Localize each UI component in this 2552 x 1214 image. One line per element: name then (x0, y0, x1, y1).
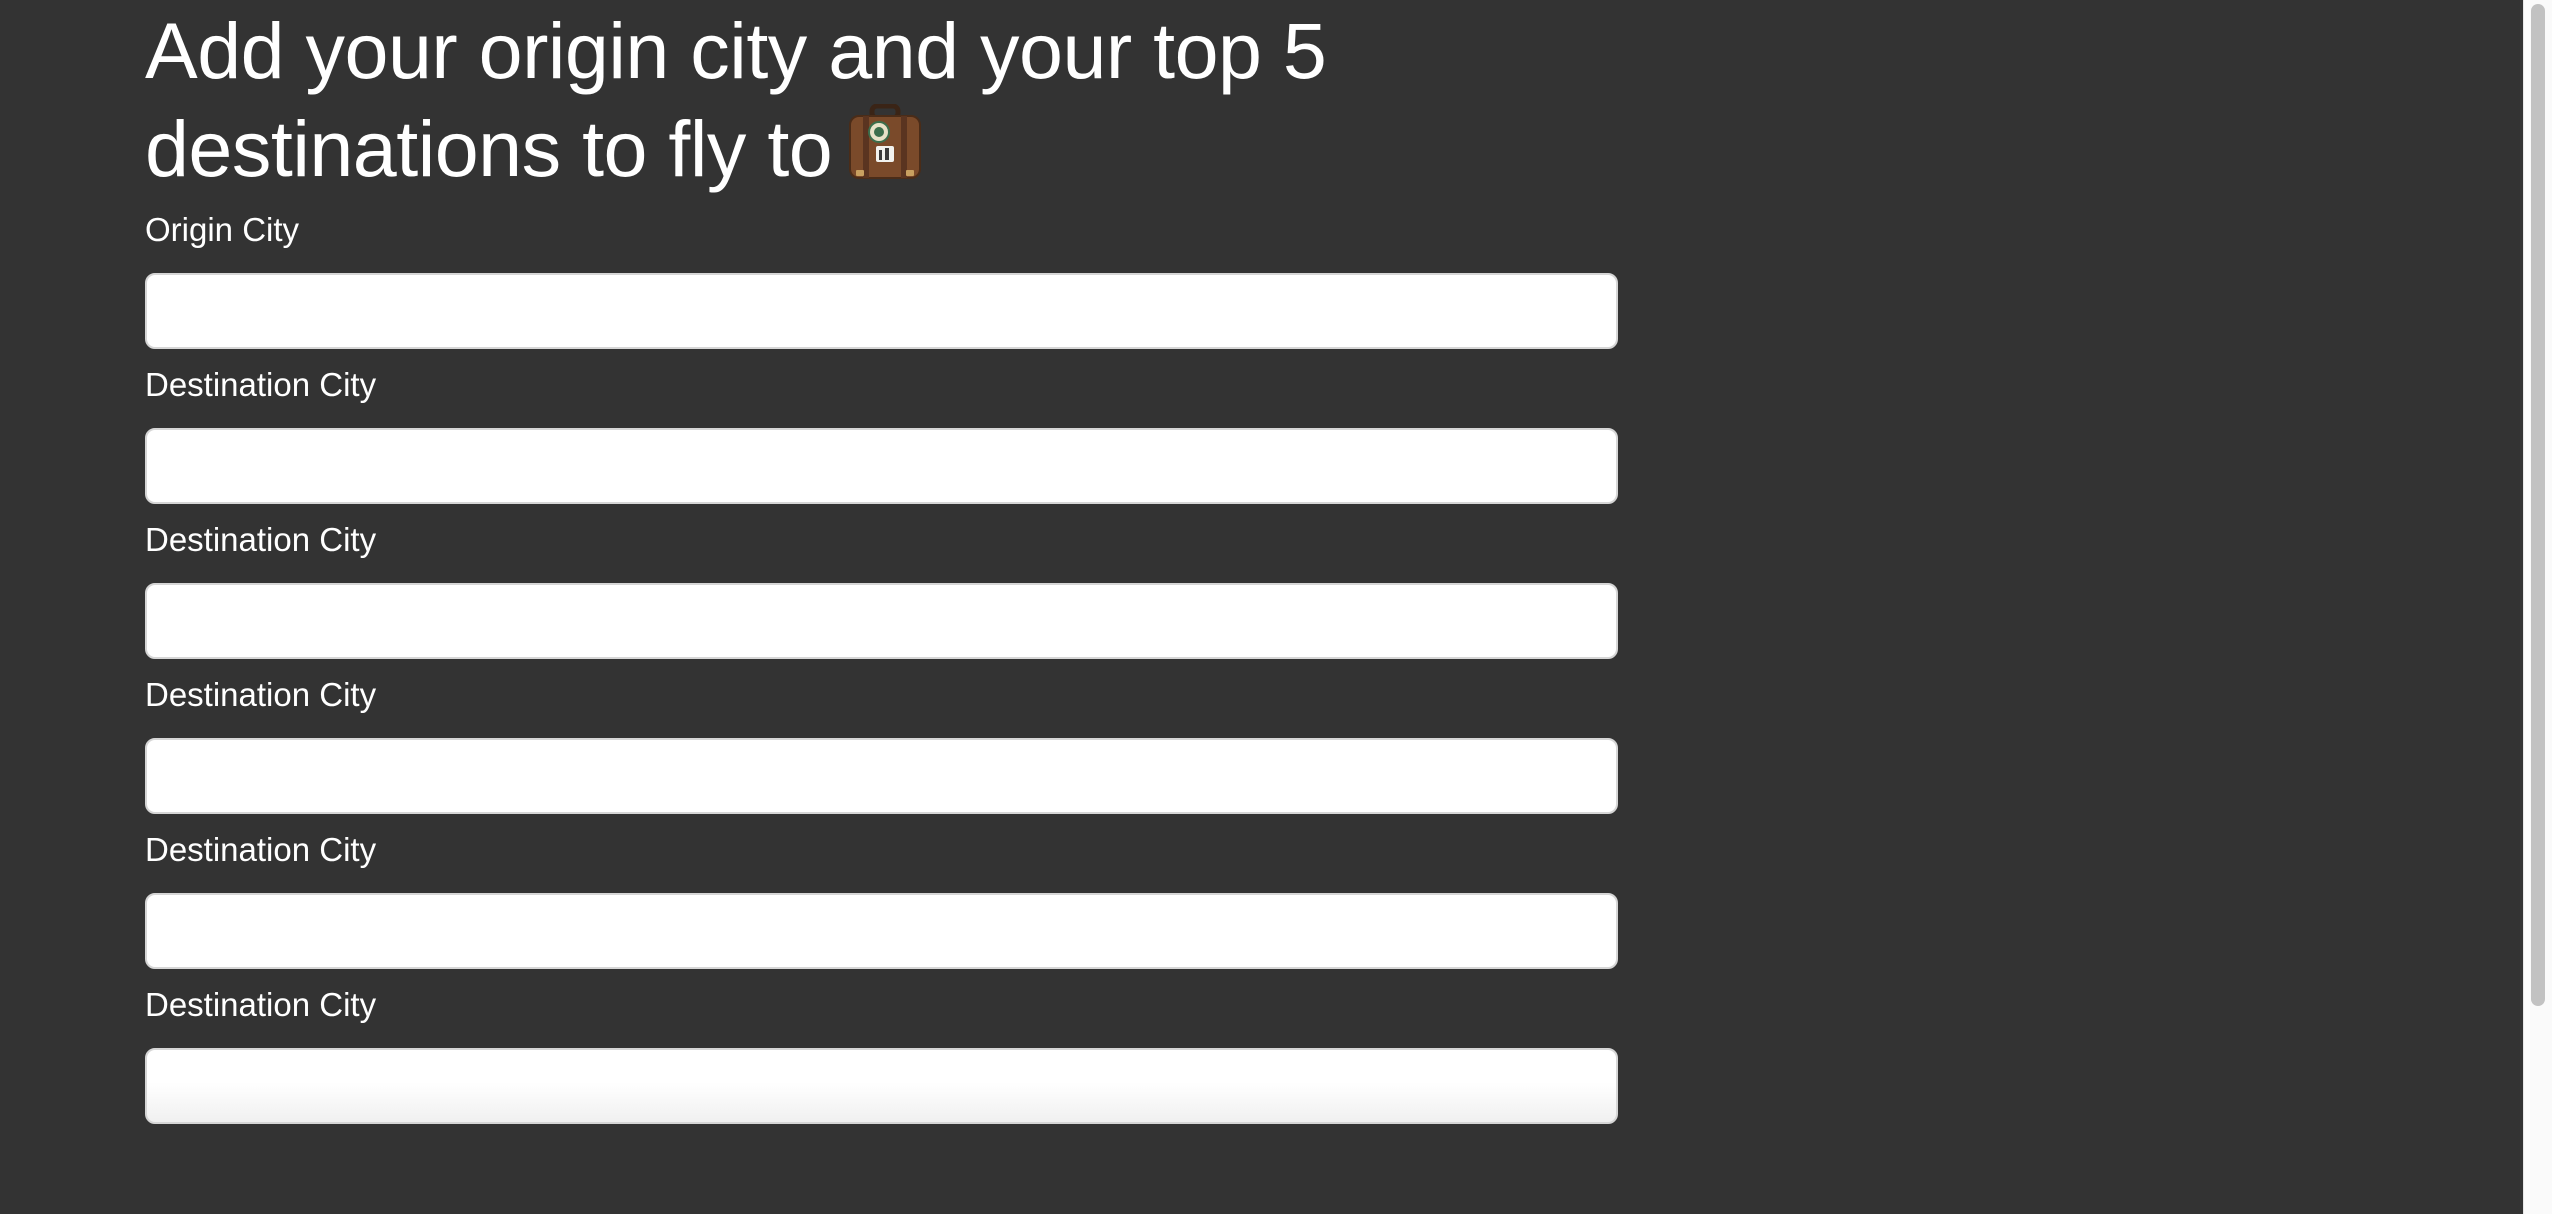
origin-city-input[interactable] (145, 273, 1618, 349)
destination-city-group-3: Destination City (145, 675, 1618, 814)
destination-city-group-5: Destination City (145, 985, 1618, 1124)
destination-city-input-3[interactable] (145, 738, 1618, 814)
suitcase-icon (846, 103, 924, 204)
destination-city-input-1[interactable] (145, 428, 1618, 504)
destination-city-label-3: Destination City (145, 676, 377, 713)
destination-city-input-4[interactable] (145, 893, 1618, 969)
page-title-text: Add your origin city and your top 5 dest… (145, 6, 1327, 193)
destination-city-group-1: Destination City (145, 365, 1618, 504)
destination-city-group-2: Destination City (145, 520, 1618, 659)
origin-city-label: Origin City (145, 211, 300, 248)
destination-city-label-4: Destination City (145, 831, 377, 868)
destination-city-input-5[interactable] (145, 1048, 1618, 1124)
destination-city-input-2[interactable] (145, 583, 1618, 659)
destination-city-label-2: Destination City (145, 521, 377, 558)
origin-city-group: Origin City (145, 210, 1618, 349)
trip-form: Add your origin city and your top 5 dest… (145, 0, 1618, 1140)
destination-city-group-4: Destination City (145, 830, 1618, 969)
scrollbar-thumb[interactable] (2531, 4, 2545, 1006)
destination-city-label-5: Destination City (145, 986, 377, 1023)
vertical-scrollbar[interactable] (2523, 0, 2552, 1214)
destination-city-label-1: Destination City (145, 366, 377, 403)
page-title: Add your origin city and your top 5 dest… (145, 0, 1545, 204)
